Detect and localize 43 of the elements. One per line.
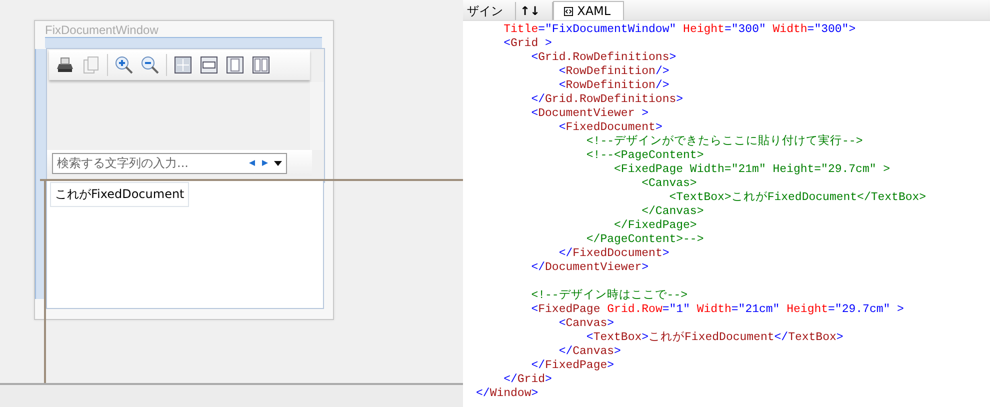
tab[interactable]: XAML — [553, 1, 624, 20]
code-line: </DocumentViewer> — [530, 261, 649, 275]
code-line: <FixedPage Grid.Row="1" Width="21cm" Height="29.7cm" > — [530, 303, 904, 317]
code-line: <FixedPage Width="21m" Height="29.7cm" > — [613, 163, 890, 177]
tab[interactable]: ザイン — [463, 2, 516, 20]
code-line: <TextBox>これがFixedDocument</TextBox> — [668, 191, 926, 205]
single-page-icon[interactable] — [225, 55, 245, 75]
scrollbar[interactable] — [310, 82, 324, 150]
code-line: <RowDefinition/> — [558, 65, 670, 79]
next-icon[interactable] — [261, 159, 269, 167]
code-line: <!--デザインができたらここに貼り付けて実行--> — [585, 135, 863, 149]
code-line: </Grid> — [502, 373, 552, 387]
code-line: </FixedPage> — [613, 219, 697, 233]
fit-page-icon[interactable] — [173, 55, 193, 75]
code-line: <Canvas> — [640, 177, 697, 191]
zoom-in-icon[interactable] — [114, 55, 134, 75]
search-field[interactable]: 検索する文字列の入力... — [52, 152, 287, 174]
code-line: </Canvas> — [558, 345, 621, 359]
code-line: Title="FixDocumentWindow" Height="300" Width="300"> — [502, 23, 856, 37]
code-line: </Grid.RowDefinitions> — [530, 93, 684, 107]
code-line: <!--<PageContent> — [585, 149, 704, 163]
code-line: </PageContent>--> — [585, 233, 704, 247]
code-line: <TextBox>これがFixedDocument</TextBox> — [585, 331, 844, 345]
code-line: <!--デザイン時はここで--> — [530, 289, 688, 303]
previous-icon[interactable] — [248, 159, 256, 167]
code-line: <Grid.RowDefinitions> — [530, 51, 676, 65]
dropdown-icon[interactable] — [274, 159, 282, 167]
code-line: <DocumentViewer > — [530, 107, 649, 121]
code-line: <Grid > — [502, 37, 552, 51]
code-line: </Canvas> — [640, 205, 704, 219]
window-title: FixDocumentWindow — [45, 23, 158, 37]
code-line: <FixedDocument> — [558, 121, 662, 135]
zoom-out-icon[interactable] — [140, 55, 160, 75]
code-line: </Window> — [476, 387, 538, 401]
two-pages-icon[interactable] — [251, 55, 271, 75]
printer-icon[interactable] — [55, 55, 75, 75]
code-line: <Canvas> — [558, 317, 614, 331]
page-width-icon[interactable] — [199, 55, 219, 75]
code-line: </FixedDocument> — [558, 247, 670, 261]
code-line: <RowDefinition/> — [558, 79, 670, 93]
text-box[interactable]: これがFixedDocument — [50, 182, 190, 207]
code-icon — [564, 6, 574, 16]
code-line: </FixedPage> — [530, 359, 614, 373]
